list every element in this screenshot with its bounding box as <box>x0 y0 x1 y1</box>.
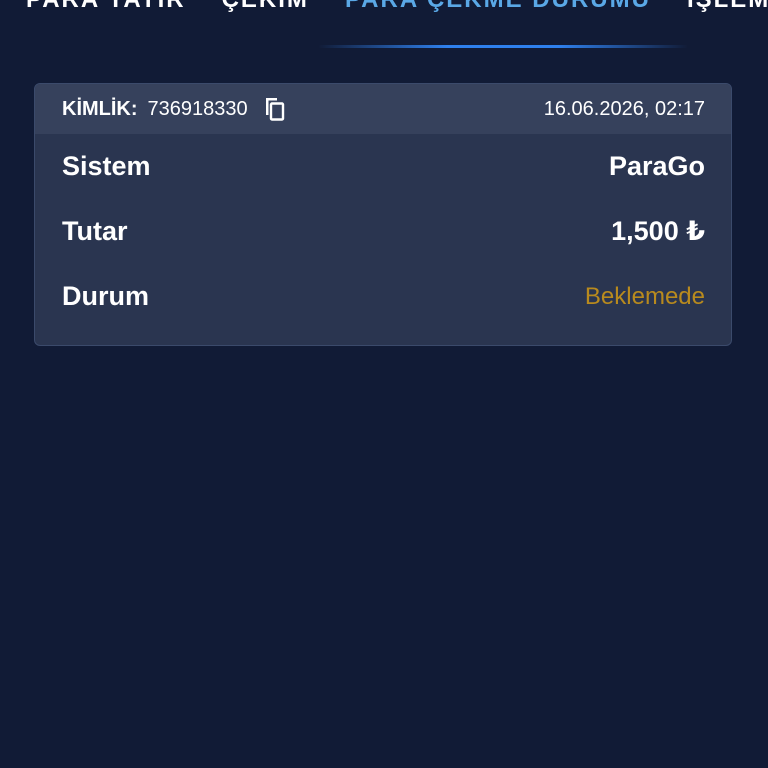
id-value: 736918330 <box>147 97 248 120</box>
row-status: Durum Beklemede <box>35 264 731 329</box>
tab-withdraw[interactable]: ÇEKİM <box>222 0 309 14</box>
system-value: ParaGo <box>608 151 705 181</box>
withdrawal-status-page: PARA YATIR ÇEKİM PARA ÇEKME DURUMU İŞLEM… <box>0 0 768 768</box>
transaction-id: KİMLİK: 736918330 <box>62 96 286 122</box>
withdrawal-card: KİMLİK: 736918330 16.06.2026, 02:17 Sist… <box>34 83 732 346</box>
card-header: KİMLİK: 736918330 16.06.2026, 02:17 <box>35 84 731 134</box>
tab-transactions[interactable]: İŞLEM <box>687 0 768 14</box>
tab-deposit[interactable]: PARA YATIR <box>26 0 186 14</box>
status-label: Durum <box>62 281 149 311</box>
row-system: Sistem ParaGo <box>35 134 731 199</box>
amount-label: Tutar <box>62 216 128 246</box>
active-tab-underline <box>318 45 688 48</box>
amount-value: 1,500 ₺ <box>611 216 705 246</box>
row-amount: Tutar 1,500 ₺ <box>35 199 731 264</box>
status-value: Beklemede <box>584 282 705 310</box>
tab-bar: PARA YATIR ÇEKİM PARA ÇEKME DURUMU İŞLEM <box>26 0 768 14</box>
copy-icon[interactable] <box>262 96 286 122</box>
system-label: Sistem <box>62 151 151 181</box>
transaction-date: 16.06.2026, 02:17 <box>543 97 705 120</box>
tab-withdrawal-status[interactable]: PARA ÇEKME DURUMU <box>345 0 651 14</box>
id-label: KİMLİK: <box>62 97 138 120</box>
